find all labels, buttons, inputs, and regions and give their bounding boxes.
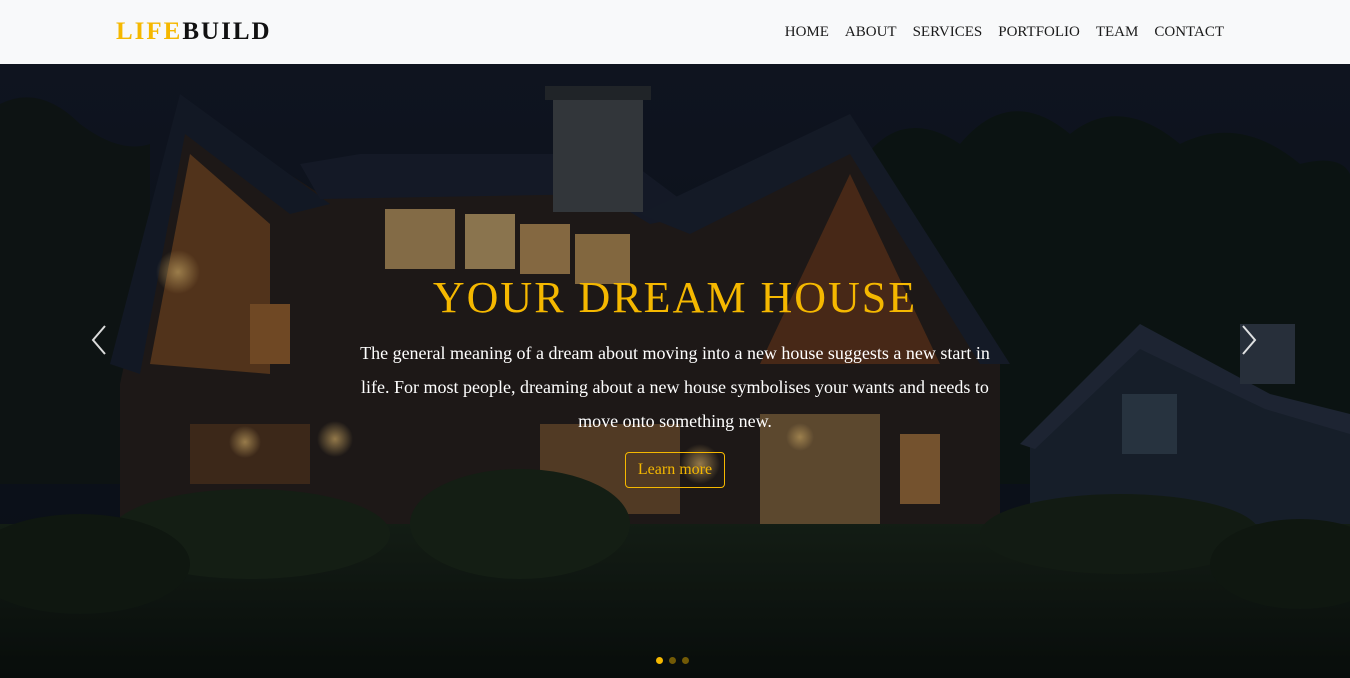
hero-carousel: YOUR DREAM HOUSE The general meaning of …: [0, 64, 1350, 678]
carousel-next-button[interactable]: [1233, 322, 1263, 358]
learn-more-button[interactable]: Learn more: [624, 452, 726, 488]
main-nav: HOME ABOUT SERVICES PORTFOLIO TEAM CONTA…: [777, 22, 1224, 42]
nav-item-services[interactable]: SERVICES: [905, 22, 991, 42]
carousel-indicators: [656, 657, 689, 664]
nav-item-about[interactable]: ABOUT: [837, 22, 905, 42]
hero-caption: YOUR DREAM HOUSE The general meaning of …: [335, 270, 1015, 488]
nav-item-team[interactable]: TEAM: [1088, 22, 1147, 42]
chevron-left-icon: [91, 325, 106, 355]
nav-item-home[interactable]: HOME: [777, 22, 837, 42]
hero-title: YOUR DREAM HOUSE: [432, 273, 918, 322]
carousel-indicator-2[interactable]: [669, 657, 676, 664]
carousel-prev-button[interactable]: [85, 322, 115, 358]
carousel-indicator-1[interactable]: [656, 657, 663, 664]
brand-logo[interactable]: LIFEBUILD: [116, 16, 272, 48]
brand-part-life: LIFE: [116, 18, 183, 45]
brand-part-build: BUILD: [182, 18, 272, 45]
carousel-indicator-3[interactable]: [682, 657, 689, 664]
hero-description: The general meaning of a dream about mov…: [360, 343, 990, 431]
chevron-right-icon: [1242, 325, 1257, 355]
nav-item-contact[interactable]: CONTACT: [1146, 22, 1224, 42]
navbar: LIFEBUILD HOME ABOUT SERVICES PORTFOLIO …: [0, 0, 1350, 64]
nav-item-portfolio[interactable]: PORTFOLIO: [990, 22, 1088, 42]
